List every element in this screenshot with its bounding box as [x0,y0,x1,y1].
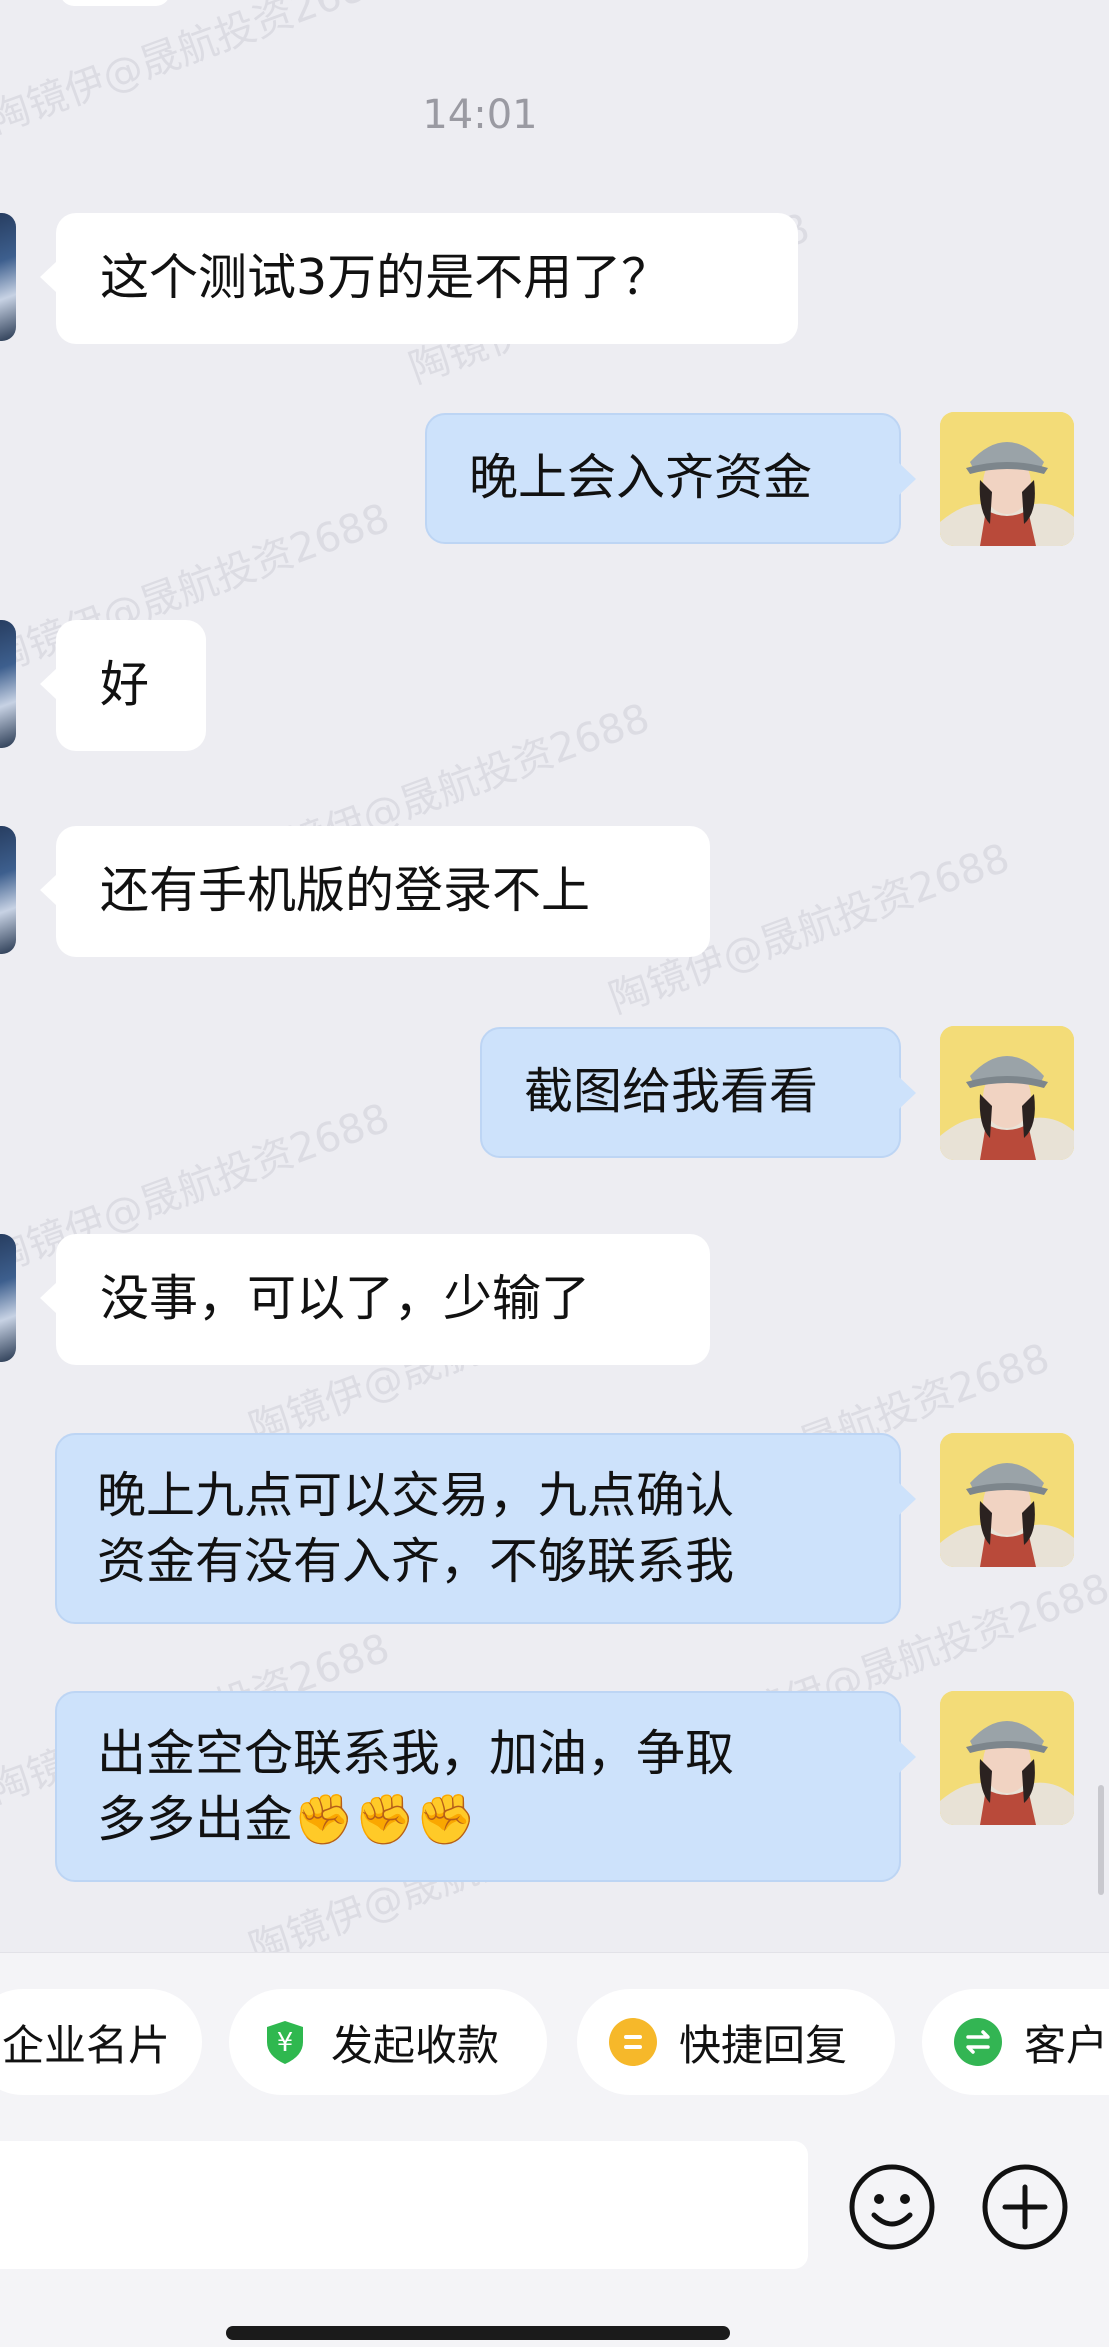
chat-message-area[interactable]: 陶镜伊@晟航投资2688 陶镜伊@晟航投资2688 陶镜伊@晟航投资2688 陶… [0,0,1109,1952]
previous-message-bubble[interactable] [60,0,170,6]
plus-circle-icon [982,2164,1068,2250]
message-text: 晚上会入齐资金 [469,449,813,506]
chip-customer[interactable]: 客户 [922,1989,1109,2095]
chip-label: 快捷回复 [679,2020,848,2070]
outgoing-message-bubble[interactable]: 截图给我看看 [480,1027,916,1158]
contact-avatar[interactable] [0,826,16,954]
message-text-line: 出金空仓联系我，加油，争取 [97,1725,735,1782]
message-timestamp: 14:01 [422,92,538,138]
smiley-icon [849,2164,935,2250]
contact-avatar[interactable] [0,213,16,341]
chip-quick-reply[interactable]: 快捷回复 [577,1989,895,2095]
transfer-icon [954,2018,1002,2066]
message-text: 截图给我看看 [524,1063,819,1120]
person-avatar-icon [940,1433,1074,1567]
emoji-button[interactable] [848,2163,936,2251]
person-avatar-icon [940,412,1074,546]
message-text-line: 多多出金✊✊✊ [97,1791,477,1848]
message-text: 这个测试3万的是不用了？ [100,249,671,306]
incoming-message-bubble[interactable]: 没事，可以了，少输了 [40,1234,710,1365]
my-avatar[interactable] [940,1691,1074,1825]
yuan-shield-icon: ¥ [261,2018,309,2066]
more-actions-button[interactable] [981,2163,1069,2251]
contact-avatar[interactable] [0,620,16,748]
quick-reply-icon [609,2018,657,2066]
outgoing-message-bubble[interactable]: 晚上九点可以交易，九点确认 资金有没有入齐，不够联系我 [55,1433,916,1624]
bottom-toolbar: 企业名片 ¥ 发起收款 快捷回复 客户 [0,1952,1109,2347]
message-text: 没事，可以了，少输了 [100,1270,591,1327]
svg-text:¥: ¥ [277,2028,294,2058]
my-avatar[interactable] [940,1433,1074,1567]
contact-avatar[interactable] [0,1234,16,1362]
incoming-message-bubble[interactable]: 这个测试3万的是不用了？ [40,213,798,344]
message-text-line: 晚上九点可以交易，九点确认 [97,1467,735,1524]
my-avatar[interactable] [940,412,1074,546]
person-avatar-icon [940,1026,1074,1160]
chip-label: 客户 [1024,2020,1109,2070]
incoming-message-bubble[interactable]: 好 [40,620,206,751]
chip-label: 发起收款 [331,2020,500,2070]
message-text: 好 [100,656,150,713]
message-text: 还有手机版的登录不上 [100,862,591,919]
person-avatar-icon [940,1691,1074,1825]
my-avatar[interactable] [940,1026,1074,1160]
home-indicator[interactable] [226,2326,730,2340]
message-text-line: 资金有没有入齐，不够联系我 [97,1533,735,1590]
outgoing-message-bubble[interactable]: 晚上会入齐资金 [425,413,916,544]
outgoing-message-bubble[interactable]: 出金空仓联系我，加油，争取 多多出金✊✊✊ [55,1691,916,1882]
scrollbar[interactable] [1098,1785,1104,1895]
chip-business-card[interactable]: 企业名片 [0,1989,202,2095]
message-input[interactable] [0,2141,808,2269]
incoming-message-bubble[interactable]: 还有手机版的登录不上 [40,826,710,957]
chip-request-payment[interactable]: ¥ 发起收款 [229,1989,547,2095]
chip-label: 企业名片 [2,2020,171,2070]
